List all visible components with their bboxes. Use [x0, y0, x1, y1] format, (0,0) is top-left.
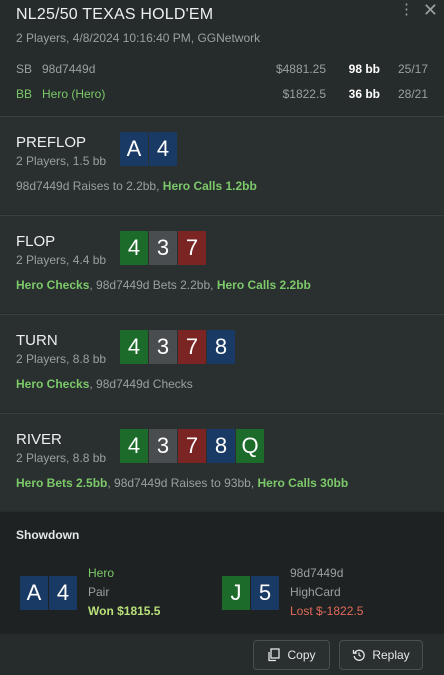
- hero-showdown-info: Hero Pair Won $1815.5: [88, 564, 160, 621]
- copy-label: Copy: [287, 648, 316, 662]
- footer-bar: Copy Replay: [0, 634, 444, 675]
- card-4-club: 4: [120, 231, 148, 265]
- replay-button[interactable]: Replay: [339, 640, 423, 670]
- card-4-diamond: 4: [49, 576, 77, 610]
- hero-action: Hero Calls 1.2bb: [162, 179, 257, 193]
- player-row-sb: SB 98d7449d $4881.25 98 bb 25/17: [16, 62, 428, 80]
- villain-showdown-info: 98d7449d HighCard Lost $-1822.5: [290, 564, 363, 621]
- hero-action: Hero Checks: [16, 278, 90, 292]
- showdown-player-name: 98d7449d: [290, 566, 344, 580]
- copy-button[interactable]: Copy: [253, 640, 330, 670]
- street-pot-info: 2 Players, 4.4 bb: [16, 253, 107, 267]
- replay-label: Replay: [372, 648, 410, 662]
- opponent-action: 98d7449d Bets 2.2bb: [96, 278, 211, 292]
- board-cards: A4: [120, 132, 177, 166]
- street-actions: Hero Checks, 98d7449d Checks: [16, 377, 193, 391]
- showdown-panel: Showdown A4 Hero Pair Won $1815.5 J5 98d…: [0, 512, 444, 634]
- card-3-spade: 3: [149, 429, 177, 463]
- section-divider: [0, 413, 444, 414]
- villain-hole-cards: J5: [222, 576, 279, 610]
- opponent-action: 98d7449d Raises to 93bb: [114, 476, 251, 490]
- showdown-player-name: Hero: [88, 566, 115, 580]
- street-actions: Hero Checks, 98d7449d Bets 2.2bb, Hero C…: [16, 278, 311, 292]
- hand-subtitle: 2 Players, 4/8/2024 10:16:40 PM, GGNetwo…: [16, 31, 261, 45]
- close-icon[interactable]: ✕: [423, 0, 438, 21]
- card-4-club: 4: [120, 330, 148, 364]
- street-pot-info: 2 Players, 1.5 bb: [16, 154, 107, 168]
- street-pot-info: 2 Players, 8.8 bb: [16, 451, 107, 465]
- section-divider: [0, 314, 444, 315]
- showdown-result: Won $1815.5: [88, 604, 161, 618]
- card-7-heart: 7: [178, 330, 206, 364]
- card-a-diamond: A: [20, 576, 48, 610]
- opponent-action: 98d7449d Checks: [96, 377, 193, 391]
- street-pot-info: 2 Players, 8.8 bb: [16, 352, 107, 366]
- card-8-diamond: 8: [207, 330, 235, 364]
- action-separator: ,: [210, 278, 217, 292]
- showdown-hand-rank: HighCard: [290, 585, 341, 599]
- card-3-spade: 3: [149, 231, 177, 265]
- hero-hole-cards: A4: [20, 576, 77, 610]
- street-actions: Hero Bets 2.5bb, 98d7449d Raises to 93bb…: [16, 476, 348, 490]
- card-7-heart: 7: [178, 231, 206, 265]
- hero-action: Hero Calls 2.2bb: [216, 278, 311, 292]
- player-vpip-pfr: 25/17: [397, 62, 428, 76]
- player-position: SB: [16, 62, 33, 76]
- card-5-diamond: 5: [251, 576, 279, 610]
- street-river: RIVER 2 Players, 8.8 bb 4 3 7 8 Q Hero Bets 2.5…: [0, 413, 444, 511]
- player-name: 98d7449d: [42, 62, 96, 76]
- action-separator: ,: [156, 179, 163, 193]
- showdown-result: Lost $-1822.5: [290, 604, 364, 618]
- card-4-club: 4: [120, 429, 148, 463]
- street-name: TURN: [16, 332, 58, 349]
- more-options-icon[interactable]: ⋮: [399, 2, 414, 17]
- street-name: FLOP: [16, 233, 56, 250]
- street-flop: FLOP 2 Players, 4.4 bb 4 3 7 Hero Checks, 98d…: [0, 215, 444, 313]
- street-name: PREFLOP: [16, 134, 87, 151]
- player-name: Hero (Hero): [42, 87, 106, 101]
- street-name: RIVER: [16, 431, 62, 448]
- hero-action: Hero Checks: [16, 377, 90, 391]
- section-divider: [0, 116, 444, 117]
- board-cards: 4378: [120, 330, 235, 364]
- card-4-diamond: 4: [149, 132, 177, 166]
- player-stack-bb: 98 bb: [348, 62, 380, 76]
- player-position: BB: [16, 87, 33, 101]
- opponent-action: 98d7449d Raises to 2.2bb: [16, 179, 157, 193]
- player-vpip-pfr: 28/21: [397, 87, 428, 101]
- player-stack-bb: 36 bb: [348, 87, 380, 101]
- card-3-spade: 3: [149, 330, 177, 364]
- player-row-bb: BB Hero (Hero) $1822.5 36 bb 28/21: [16, 87, 428, 105]
- street-actions: 98d7449d Raises to 2.2bb, Hero Calls 1.2…: [16, 179, 257, 193]
- card-q-club: Q: [236, 429, 264, 463]
- showdown-title: Showdown: [16, 528, 80, 542]
- showdown-hand-rank: Pair: [88, 585, 110, 599]
- game-title: NL25/50 TEXAS HOLD'EM: [16, 6, 214, 23]
- section-divider: [0, 215, 444, 216]
- card-j-club: J: [222, 576, 250, 610]
- card-a-diamond: A: [120, 132, 148, 166]
- card-7-heart: 7: [178, 429, 206, 463]
- player-stack: $1822.5: [282, 87, 326, 101]
- replay-icon: [352, 648, 366, 662]
- board-cards: 437: [120, 231, 206, 265]
- card-8-diamond: 8: [207, 429, 235, 463]
- street-turn: TURN 2 Players, 8.8 bb 4 3 7 8 Hero Checks, 98…: [0, 314, 444, 412]
- board-cards: 4378Q: [120, 429, 264, 463]
- street-preflop: PREFLOP 2 Players, 1.5 bb A 4 98d7449d Raise…: [0, 116, 444, 214]
- player-stack: $4881.25: [275, 62, 326, 76]
- hero-action: Hero Calls 30bb: [257, 476, 349, 490]
- copy-icon: [267, 648, 281, 662]
- hero-action: Hero Bets 2.5bb: [16, 476, 108, 490]
- hand-header: NL25/50 TEXAS HOLD'EM 2 Players, 4/8/202…: [0, 0, 444, 116]
